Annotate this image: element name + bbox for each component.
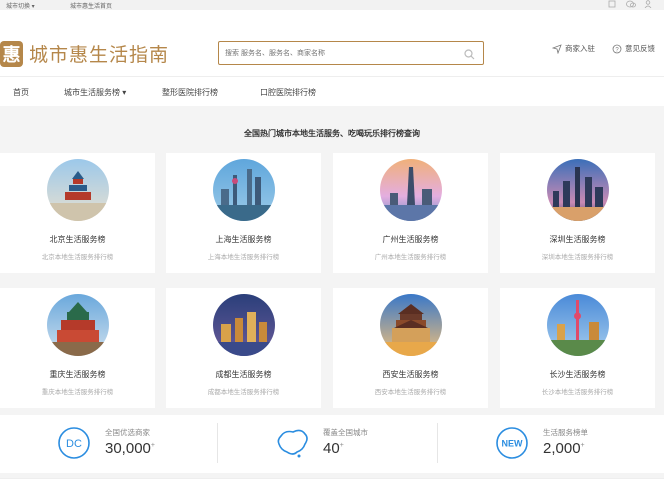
search-icon[interactable] [464,47,475,65]
new-badge-text: NEW [502,439,524,449]
stat-suffix: + [580,442,585,449]
search-box [218,41,484,65]
dc-icon: DC [58,427,90,459]
city-desc: 西安本地生活服务排行榜 [374,389,447,396]
nav-cosmetic-hospitals[interactable]: 整形医院排行榜 [162,87,218,98]
city-card-beijing[interactable]: 北京生活服务榜 北京本地生活服务排行榜 [0,153,155,273]
stat-divider [437,423,438,463]
city-switch-link[interactable]: 城市切换 ▾ [6,1,35,10]
nav-city-services[interactable]: 城市生活服务榜 ▾ [64,87,126,98]
footer [0,478,664,504]
feedback-icon: ? [612,44,622,53]
nav-home[interactable]: 首页 [13,87,29,98]
stat-value: 40+ [323,440,344,457]
city-name: 成都生活服务榜 [215,370,272,379]
city-desc: 深圳本地生活服务排行榜 [541,254,614,261]
city-card-guangzhou[interactable]: 广州生活服务榜 广州本地生活服务排行榜 [333,153,488,273]
city-card-chongqing[interactable]: 重庆生活服务榜 重庆本地生活服务排行榜 [0,288,155,408]
feedback-link[interactable]: ? 意见反馈 [612,43,655,54]
city-desc: 北京本地生活服务排行榜 [41,254,114,261]
stat-number: 2,000 [543,440,581,457]
stat-suffix: + [339,442,344,449]
logo-text: 城市惠生活指南 [29,45,170,66]
china-map-icon [277,429,308,458]
merchant-join-label: 商家入驻 [565,44,595,53]
chevron-down-icon: ▾ [122,88,127,97]
city-card-shanghai[interactable]: 上海生活服务榜 上海本地生活服务排行榜 [166,153,321,273]
guangzhou-image [380,159,442,221]
send-icon [552,43,562,54]
city-card-xian[interactable]: 西安生活服务榜 西安本地生活服务排行榜 [333,288,488,408]
chengdu-image [213,294,275,356]
stat-value: 2,000+ [543,440,585,457]
stat-value: 30,000+ [105,440,155,457]
home-link[interactable]: 城市惠生活首页 [70,1,112,10]
stat-divider [217,423,218,463]
shanghai-image [213,159,275,221]
logo-mark: 惠 [0,40,23,67]
city-name: 重庆生活服务榜 [49,370,106,379]
city-name: 广州生活服务榜 [382,235,439,244]
header: 惠 城市惠生活指南 商家入驻 ? 意见反馈 [0,10,664,76]
stat-suffix: + [150,442,155,449]
stat-label: 全国优选商家 [105,428,150,437]
stat-number: 40 [323,440,340,457]
city-desc: 重庆本地生活服务排行榜 [41,389,114,396]
top-icons [608,0,652,9]
city-card-changsha[interactable]: 长沙生活服务榜 长沙本地生活服务排行榜 [500,288,655,408]
xian-image [380,294,442,356]
city-name: 深圳生活服务榜 [549,235,606,244]
city-desc: 成都本地生活服务排行榜 [207,389,280,396]
stat-label: 覆盖全国城市 [323,428,368,437]
city-card-chengdu[interactable]: 成都生活服务榜 成都本地生活服务排行榜 [166,288,321,408]
city-desc: 广州本地生活服务排行榜 [374,254,447,261]
stat-label: 生活服务榜单 [543,428,588,437]
merchant-join-link[interactable]: 商家入驻 [552,43,595,54]
city-desc: 长沙本地生活服务排行榜 [541,389,614,396]
main-nav: 首页 城市生活服务榜 ▾ 整形医院排行榜 口腔医院排行榜 [0,76,664,106]
city-desc: 上海本地生活服务排行榜 [207,254,280,261]
city-name: 北京生活服务榜 [49,235,106,244]
feedback-label: 意见反馈 [625,44,655,53]
city-card-shenzhen[interactable]: 深圳生活服务榜 深圳本地生活服务排行榜 [500,153,655,273]
svg-text:DC: DC [66,438,82,450]
city-name: 上海生活服务榜 [215,235,272,244]
city-name: 长沙生活服务榜 [549,370,606,379]
changsha-image [547,294,609,356]
stat-number: 30,000 [105,440,151,457]
nav-city-services-label: 城市生活服务榜 [64,88,120,97]
user-icon[interactable] [644,0,652,9]
new-badge-icon: NEW [496,427,528,459]
nav-dental-hospitals[interactable]: 口腔医院排行榜 [260,87,316,98]
shenzhen-image [547,159,609,221]
city-name: 西安生活服务榜 [382,370,439,379]
site-logo[interactable]: 惠 城市惠生活指南 [0,40,169,67]
section-subtitle: 全国热门城市本地生活服务、吃喝玩乐排行榜查询 [244,129,420,138]
beijing-image [47,159,109,221]
stats-bar: DC 全国优选商家 30,000+ 覆盖全国城市 40+ NEW 生活服务榜单 … [0,415,664,473]
chongqing-image [47,294,109,356]
search-input[interactable] [219,43,449,64]
cart-icon[interactable] [608,0,616,8]
wechat-icon[interactable] [626,0,636,8]
top-bar: 城市切换 ▾ 城市惠生活首页 [0,0,664,10]
